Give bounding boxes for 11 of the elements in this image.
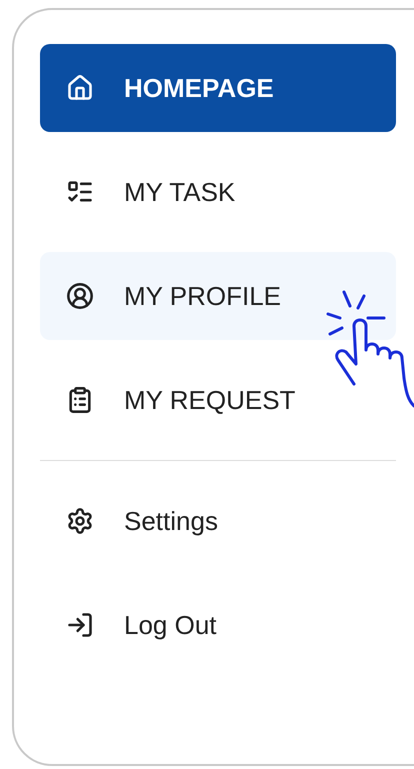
menu-item[interactable]: Settings: [40, 477, 396, 565]
home-icon: [66, 74, 94, 102]
menu-item[interactable]: Log Out: [40, 581, 396, 669]
menu-item[interactable]: MY TASK: [40, 148, 396, 236]
menu-item[interactable]: MY PROFILE: [40, 252, 396, 340]
menu-item[interactable]: MY REQUEST: [40, 356, 396, 444]
logout-icon: [66, 611, 94, 639]
user-icon: [66, 282, 94, 310]
pointing-hand-icon: [324, 288, 414, 410]
settings-icon: [66, 507, 94, 535]
menu-item[interactable]: HOMEPAGE: [40, 44, 396, 132]
